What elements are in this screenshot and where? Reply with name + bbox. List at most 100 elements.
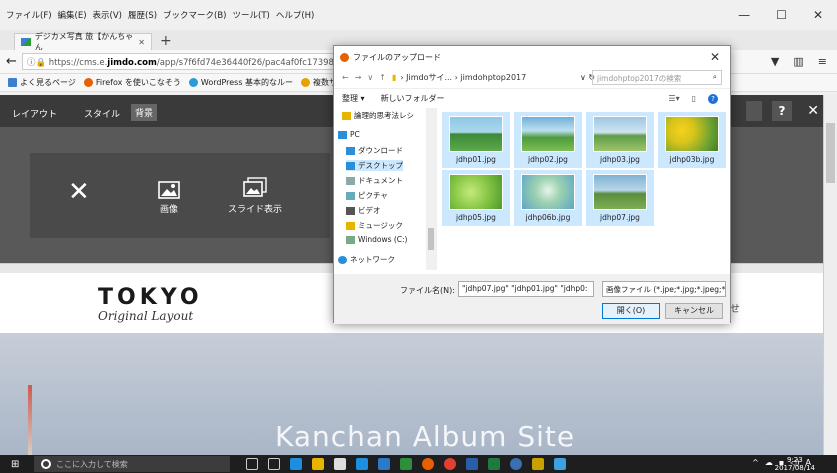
back-arrow-icon[interactable]: ← — [6, 54, 17, 69]
tab-layout[interactable]: レイアウト — [12, 107, 57, 120]
bookmark-wordpress[interactable]: WordPress 基本的なルー — [188, 78, 293, 87]
dialog-search-input[interactable]: jimdohptop2017の検索 ⌕ — [592, 70, 722, 85]
dialog-close-button[interactable]: ✕ — [710, 50, 720, 64]
maximize-button[interactable]: ☐ — [776, 8, 787, 22]
app-icon[interactable] — [510, 458, 522, 470]
slideshow-option[interactable]: スライド表示 — [228, 177, 282, 215]
cloud-icon[interactable]: ☁ — [765, 458, 773, 467]
tab-style[interactable]: スタイル — [84, 107, 120, 120]
windows-start-icon[interactable]: ⊞ — [11, 459, 19, 470]
url-bar[interactable]: ⓘ🔒 https://cms.e.jimdo.com/app/s7f6fd74e… — [22, 53, 342, 70]
image-option[interactable]: 画像 — [158, 181, 180, 215]
audition-icon[interactable] — [400, 458, 412, 470]
bookmark-most-visited[interactable]: よく見るページ — [8, 78, 76, 87]
filename-input[interactable]: "jdhp07.jpg" "jdhp01.jpg" "jdhp0: — [458, 281, 594, 297]
nav-item-folder[interactable]: 論理的思考法レシ — [342, 110, 414, 121]
file-item[interactable]: jdhp02.jpg — [514, 112, 582, 168]
recent-dropdown-icon[interactable]: ∨ — [367, 73, 373, 82]
remove-background-button[interactable]: ✕ — [68, 177, 90, 207]
open-button[interactable]: 開く(O) — [602, 303, 660, 319]
tab-background[interactable]: 背景 — [131, 104, 158, 121]
nav-item-pc[interactable]: PC — [338, 130, 360, 139]
menu-help[interactable]: ヘルプ(H) — [276, 9, 315, 21]
search-icon[interactable]: ⌕ — [713, 72, 717, 82]
clock-time: 9:23 — [786, 456, 803, 464]
nav-item-videos[interactable]: ビデオ — [346, 205, 381, 216]
taskbar-clock[interactable]: 9:23 2017/08/14 — [775, 456, 815, 472]
help-button[interactable]: ? — [772, 101, 792, 121]
minimize-button[interactable]: — — [738, 8, 750, 22]
hamburger-menu-icon[interactable]: ≡ — [818, 55, 827, 68]
help-icon[interactable]: ? — [708, 93, 718, 104]
pictures-icon — [346, 191, 355, 200]
cancel-button[interactable]: キャンセル — [665, 303, 723, 319]
file-item[interactable]: jdhp01.jpg — [442, 112, 510, 168]
image-thumbnail — [521, 174, 575, 210]
breadcrumb[interactable]: › Jimdoサイ... › jimdohptop2017 — [400, 72, 526, 83]
filetype-select[interactable]: 画像ファイル (*.jpe;*.jpg;*.jpeg;*.g — [602, 281, 726, 297]
firefox-taskbar-icon[interactable] — [422, 458, 434, 470]
folder-icon — [342, 111, 351, 120]
breadcrumb-part[interactable]: jimdohptop2017 — [460, 73, 526, 82]
new-tab-button[interactable]: + — [160, 33, 172, 49]
edge-icon[interactable] — [290, 458, 302, 470]
folder-icon: ▮ — [391, 72, 397, 82]
back-arrow-icon[interactable]: ← — [342, 73, 349, 82]
file-item[interactable]: jdhp03.jpg — [586, 112, 654, 168]
breadcrumb-part[interactable]: Jimdoサイ... — [406, 73, 452, 82]
nav-item-music[interactable]: ミュージック — [346, 220, 403, 231]
nav-item-documents[interactable]: ドキュメント — [346, 175, 403, 186]
menu-bookmarks[interactable]: ブックマーク(B) — [163, 9, 226, 21]
nav-item-drive-c[interactable]: Windows (C:) — [346, 235, 407, 244]
word-icon[interactable] — [466, 458, 478, 470]
menu-tools[interactable]: ツール(T) — [233, 9, 270, 21]
task-view-icon[interactable] — [268, 458, 280, 470]
photoshop-icon[interactable] — [378, 458, 390, 470]
new-folder-button[interactable]: 新しいフォルダー — [381, 93, 445, 104]
scrollbar-thumb[interactable] — [428, 228, 434, 250]
forward-arrow-icon[interactable]: → — [355, 73, 362, 82]
bookmark-firefox[interactable]: Firefox を使いこなそう — [83, 78, 181, 87]
file-item[interactable]: jdhp06b.jpg — [514, 170, 582, 226]
library-icon[interactable]: ▥ — [793, 55, 803, 68]
ie-icon[interactable] — [356, 458, 368, 470]
firefox-icon — [340, 52, 349, 62]
paint-icon[interactable] — [532, 458, 544, 470]
browser-tab[interactable]: デジカメ写真 旅【かんちゃん ✕ — [14, 32, 152, 52]
tray-expand-icon[interactable]: ^ — [752, 458, 759, 467]
menu-file[interactable]: ファイル(F) — [6, 9, 52, 21]
vertical-scrollbar[interactable] — [823, 95, 837, 457]
mic-icon[interactable] — [246, 458, 258, 470]
nav-item-pictures[interactable]: ピクチャ — [346, 190, 388, 201]
window-close-button[interactable]: ✕ — [813, 8, 823, 22]
site-logo-title[interactable]: TOKYO — [98, 285, 203, 310]
up-arrow-icon[interactable]: ↑ — [379, 73, 386, 82]
pocket-icon[interactable]: ▼ — [771, 55, 779, 68]
nav-item-downloads[interactable]: ダウンロード — [346, 145, 403, 156]
background-type-panel: ✕ 画像 スライド表示 — [30, 153, 330, 238]
store-icon[interactable] — [334, 458, 346, 470]
file-item[interactable]: jdhp05.jpg — [442, 170, 510, 226]
info-lock-icon[interactable]: ⓘ🔒 — [27, 58, 46, 68]
scrollbar-thumb[interactable] — [826, 123, 835, 183]
view-options-icon[interactable]: ☰▾ — [668, 94, 679, 104]
menu-edit[interactable]: 編集(E) — [58, 9, 87, 21]
menu-history[interactable]: 履歴(S) — [128, 9, 157, 21]
organize-menu[interactable]: 整理 ▾ — [342, 93, 365, 104]
dialog-title: ファイルのアップロード — [353, 52, 441, 62]
close-design-button[interactable]: ✕ — [807, 103, 819, 119]
nav-item-network[interactable]: ネットワーク — [338, 254, 395, 265]
file-item[interactable]: jdhp07.jpg — [586, 170, 654, 226]
app-icon[interactable] — [554, 458, 566, 470]
nav-item-desktop[interactable]: デスクトップ — [346, 160, 403, 171]
file-explorer-icon[interactable] — [312, 458, 324, 470]
nav-pane-scrollbar[interactable] — [426, 108, 436, 270]
file-item[interactable]: jdhp03b.jpg — [658, 112, 726, 168]
excel-icon[interactable] — [488, 458, 500, 470]
taskbar-search-input[interactable]: ここに入力して検索 — [34, 456, 230, 472]
crown-icon — [301, 78, 311, 87]
tab-close-icon[interactable]: ✕ — [138, 38, 145, 47]
preview-pane-icon[interactable]: ▯ — [692, 94, 696, 104]
chrome-icon[interactable] — [444, 458, 456, 470]
menu-view[interactable]: 表示(V) — [93, 9, 122, 21]
